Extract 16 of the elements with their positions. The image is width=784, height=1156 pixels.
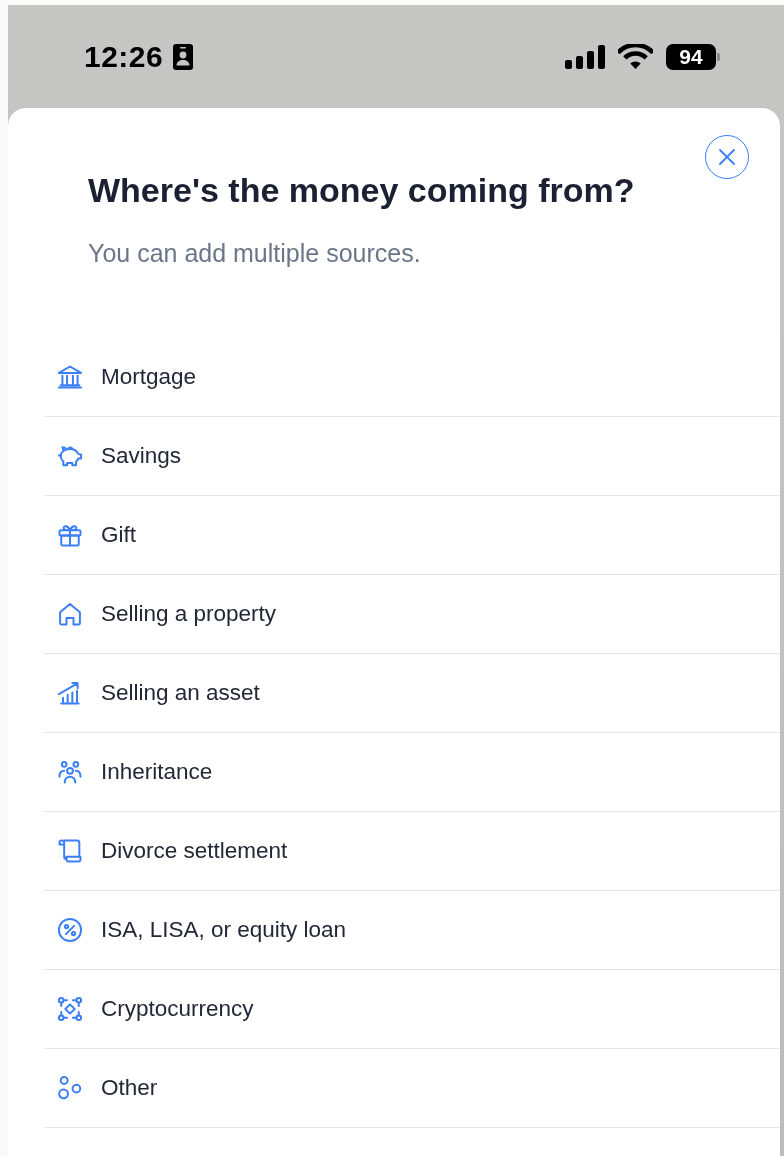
people-icon — [56, 758, 84, 786]
sheet-subtitle: You can add multiple sources. — [88, 238, 422, 269]
sheet-title: Where's the money coming from? — [88, 170, 635, 210]
wifi-icon — [618, 44, 653, 69]
diamond-nodes-icon — [56, 995, 84, 1023]
percent-icon — [56, 916, 84, 944]
signal-icon — [565, 44, 605, 69]
house-icon — [56, 600, 84, 628]
circles-icon — [56, 1074, 84, 1102]
scroll-icon — [56, 837, 84, 865]
close-button[interactable] — [705, 135, 749, 179]
status-time: 12:26 — [84, 41, 164, 72]
bank-icon — [56, 363, 84, 391]
battery-percentage: 94 — [666, 43, 716, 70]
id-badge-icon — [173, 43, 194, 70]
close-icon — [719, 149, 735, 165]
